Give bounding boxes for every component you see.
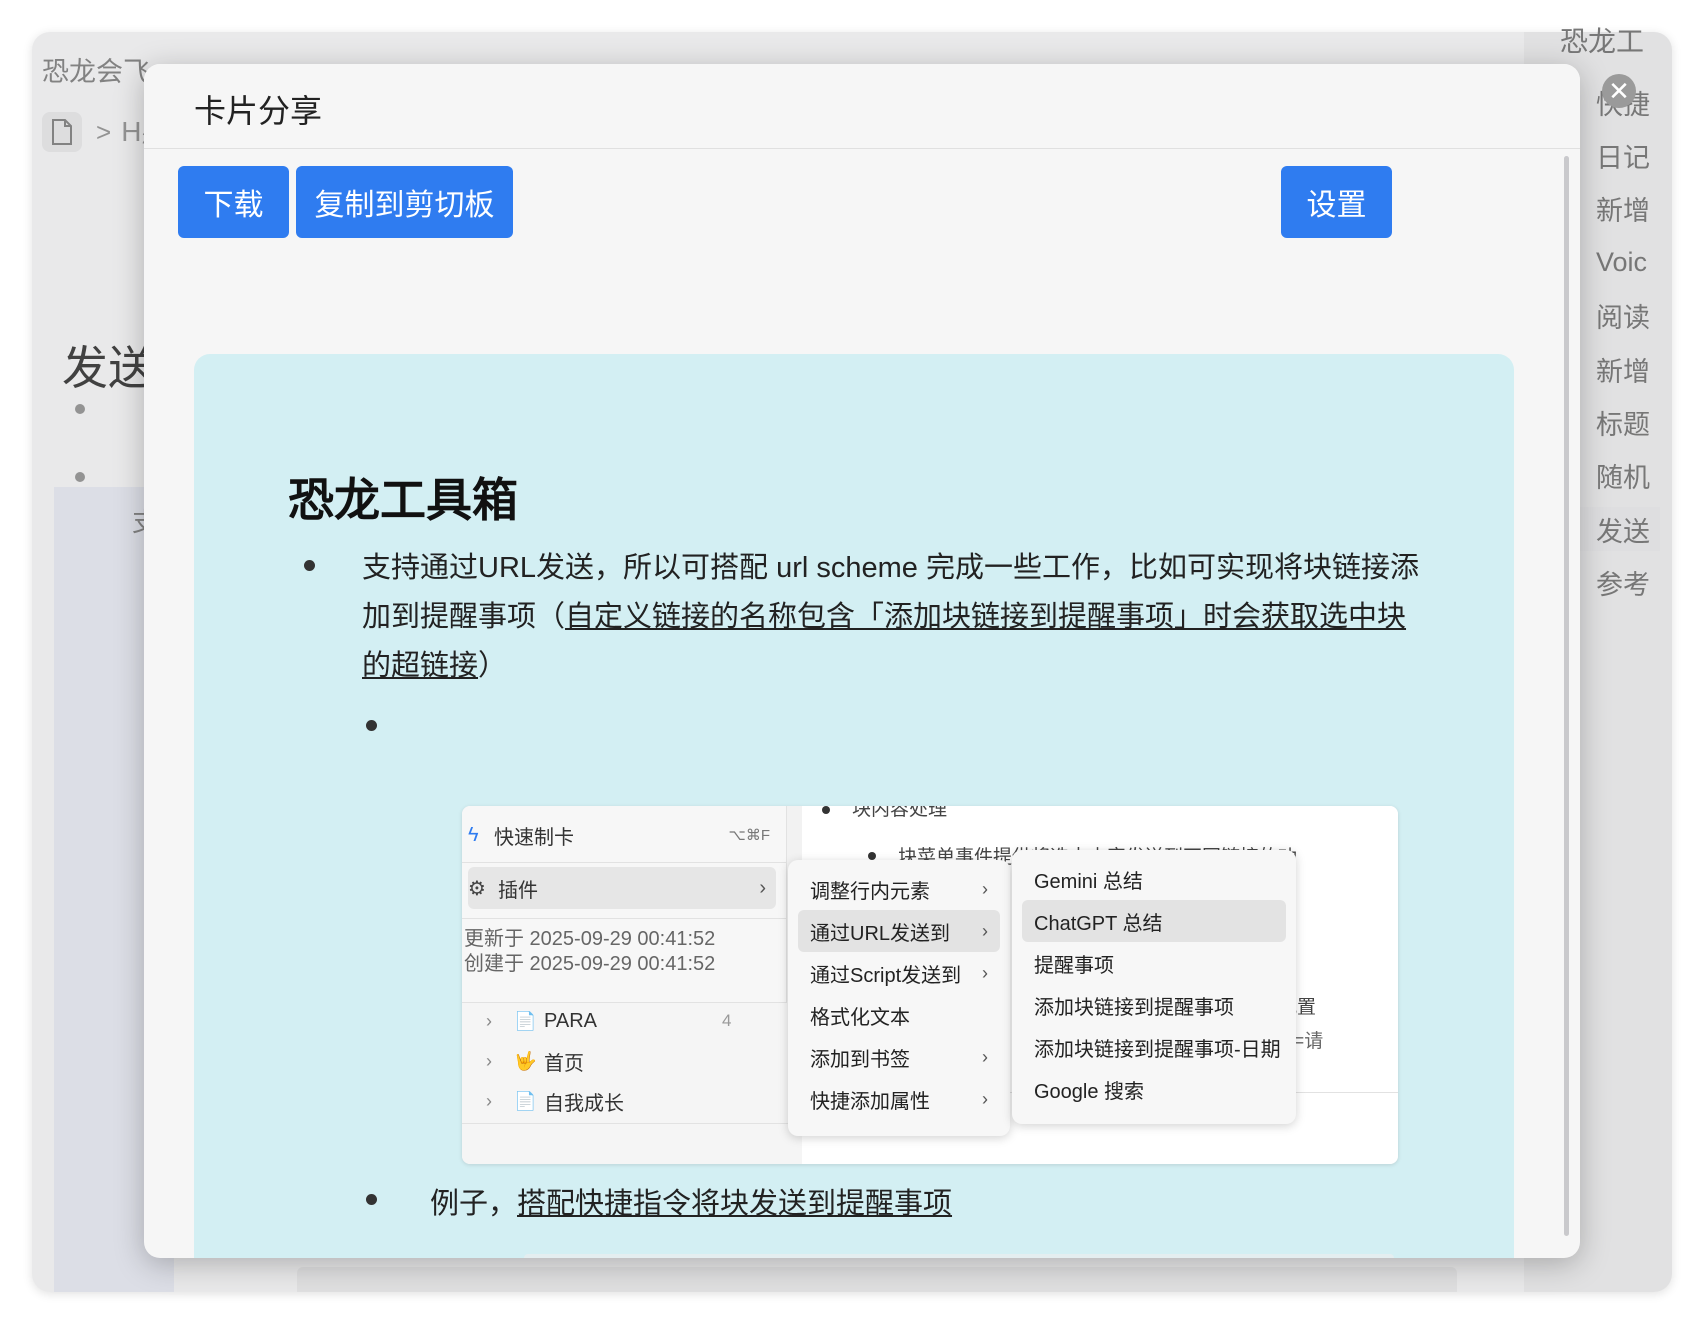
copy-to-clipboard-button[interactable]: 复制到剪切板 (296, 166, 513, 238)
chevron-right-icon: › (982, 920, 988, 941)
share-card: 恐龙工具箱 支持通过URL发送，所以可搭配 url scheme 完成一些工作，… (194, 354, 1514, 1258)
submenu-item[interactable]: 格式化文本 (798, 994, 1000, 1036)
submenu-item[interactable]: 调整行内元素 › (798, 868, 1000, 910)
card-share-dialog: 卡片分享 下载 复制到剪切板 设置 恐龙工具箱 支持通过URL发送，所以可搭配 … (144, 64, 1580, 1258)
document-icon: 📄 (514, 1010, 537, 1031)
plugin-submenu: 调整行内元素 › 通过URL发送到 › 通过Script发送到 › 格式化文本 添加到书签 › 快… (788, 860, 1010, 1136)
created-timestamp: 创建于 2025-09-29 00:41:52 (464, 953, 716, 975)
divider (462, 1123, 802, 1124)
outline-item-label: 阅读 (1596, 303, 1650, 334)
chevron-right-icon: › (982, 1088, 988, 1109)
chevron-right-icon: › (486, 1050, 492, 1071)
outline-item-label: 随机 (1596, 463, 1650, 494)
tree-row-growth[interactable]: › 📄 自我成长 (486, 1081, 624, 1121)
dialog-scrollbar[interactable] (1564, 156, 1569, 1236)
bullet-dot (304, 560, 315, 571)
chevron-right-icon: › (982, 878, 988, 899)
hand-icon: 🤟 (514, 1050, 537, 1071)
tree-row-para[interactable]: › 📄 PARA 4 (486, 1001, 731, 1041)
card-next-block (524, 1254, 1394, 1258)
url-menu-label: Gemini 总结 (1034, 870, 1143, 893)
url-menu-item[interactable]: Gemini 总结 (1022, 858, 1286, 900)
close-icon[interactable]: ✕ (1602, 74, 1636, 108)
submenu-label: 格式化文本 (810, 1006, 910, 1029)
url-menu-item[interactable]: 添加块链接到提醒事项 (1022, 984, 1286, 1026)
card-bullet-text: 支持通过URL发送，所以可搭配 url scheme 完成一些工作，比如可实现将… (362, 544, 1422, 691)
submenu-item[interactable]: 添加到书签 › (798, 1036, 1000, 1078)
outline-item-label: Voic (1596, 246, 1648, 277)
submenu-label: 通过Script发送到 (810, 964, 962, 987)
submenu-item[interactable]: 通过Script发送到 › (798, 952, 1000, 994)
bullet-dot (366, 720, 377, 731)
shortcut-label: ⌥⌘F (728, 827, 770, 844)
url-menu-item[interactable]: ChatGPT 总结 (1022, 900, 1286, 942)
chevron-right-icon: › (982, 962, 988, 983)
example-link[interactable]: 搭配快捷指令将块发送到提醒事项 (517, 1188, 952, 1220)
url-menu-item[interactable]: Google 搜索 (1022, 1068, 1286, 1110)
divider (462, 862, 786, 863)
puzzle-icon: ⚙ (468, 877, 486, 900)
chevron-right-icon: › (486, 1010, 492, 1031)
outline-item-label: 新增 (1596, 356, 1650, 387)
submenu-label: 快捷添加属性 (810, 1090, 930, 1113)
outline-item-label: 参考 (1596, 570, 1650, 601)
tree-label: 自我成长 (544, 1092, 624, 1115)
url-submenu: Gemini 总结 ChatGPT 总结 提醒事项添加块链接到提醒事项添加块链接到提… (1012, 850, 1296, 1124)
url-menu-label: Google 搜索 (1034, 1080, 1145, 1103)
dialog-title: 卡片分享 (194, 93, 323, 129)
tree-row-home[interactable]: › 🤟 首页 (486, 1041, 584, 1081)
bolt-icon: ϟ (468, 823, 479, 846)
card-title: 恐龙工具箱 (288, 474, 518, 526)
outline-item-label: 标题 (1596, 409, 1650, 440)
screenshot-bullet (868, 852, 876, 860)
screenshot-bg-text: 块内容处理 (852, 806, 948, 820)
divider (462, 918, 786, 919)
example-prefix: 例子， (430, 1188, 518, 1220)
menu-label: 快速制卡 (494, 826, 574, 849)
screenshot-tree: › 📄 PARA 4 › 🤟 首页 › 📄 自我成长 (462, 1001, 802, 1164)
url-menu-label: ChatGPT 总结 (1034, 912, 1163, 935)
url-menu-label: 添加块链接到提醒事项 (1034, 996, 1234, 1019)
submenu-item[interactable]: 快捷添加属性 › (798, 1078, 1000, 1120)
menu-label: 插件 (498, 879, 538, 902)
settings-button[interactable]: 设置 (1281, 166, 1392, 238)
tree-label: 首页 (544, 1052, 584, 1075)
tree-count: 4 (722, 1011, 732, 1030)
outline-item-label: 新增 (1596, 196, 1650, 227)
submenu-label: 通过URL发送到 (810, 922, 951, 945)
tree-label: PARA (544, 1009, 597, 1032)
document-icon: 📄 (514, 1090, 537, 1111)
card-example: 例子，搭配快捷指令将块发送到提醒事项 (430, 1180, 952, 1222)
chevron-right-icon: › (486, 1090, 492, 1111)
url-menu-label: 提醒事项 (1034, 954, 1114, 977)
url-menu-label: 添加块链接到提醒事项-日期 (1034, 1038, 1281, 1061)
chevron-right-icon: › (982, 1046, 988, 1067)
url-menu-item[interactable]: 添加块链接到提醒事项-日期 (1022, 1026, 1286, 1068)
embedded-screenshot: 块内容处理 块菜单事件提供将选中内容发送到不同链接的功 配置 ?q=请 ›📄PA… (462, 806, 1398, 1164)
outline-item-label: 日记 (1596, 142, 1650, 173)
context-menu: ϟ 快速制卡 ⌥⌘F ⚙ 插件 › 更新于 2025-09-29 00:41:52 创建… (462, 806, 787, 1003)
submenu-label: 调整行内元素 (810, 880, 930, 903)
plugin-item[interactable]: ⚙ 插件 › (468, 867, 776, 909)
dialog-header: 卡片分享 (144, 64, 1580, 149)
chevron-right-icon: › (759, 876, 766, 899)
bullet-close: ） (478, 650, 508, 682)
url-menu-item[interactable]: 提醒事项 (1022, 942, 1286, 984)
submenu-label: 添加到书签 (810, 1048, 910, 1071)
quick-card-item[interactable]: ϟ 快速制卡 ⌥⌘F (468, 814, 776, 856)
screenshot-bullet (822, 806, 830, 814)
download-button[interactable]: 下载 (178, 166, 289, 238)
submenu-item[interactable]: 通过URL发送到 › (798, 910, 1000, 952)
bullet-dot (366, 1194, 377, 1205)
outline-title[interactable]: 恐龙工 (1560, 20, 1644, 60)
outline-item-label: 发送 (1596, 516, 1650, 547)
